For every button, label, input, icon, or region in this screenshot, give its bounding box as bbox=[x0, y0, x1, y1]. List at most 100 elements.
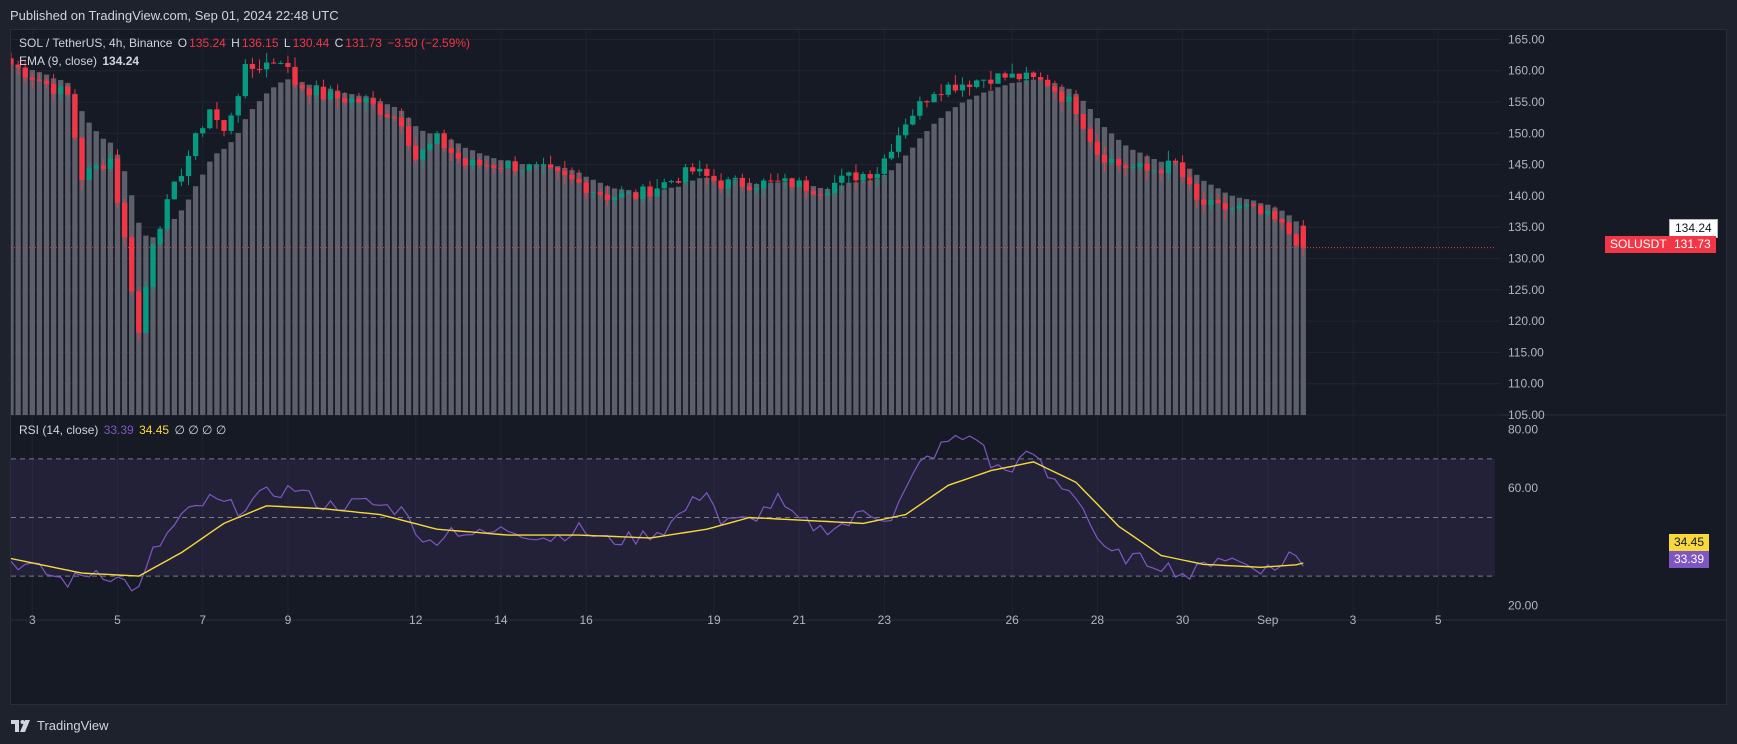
candle-body bbox=[888, 151, 895, 159]
candle-body bbox=[647, 186, 653, 197]
ema-bar bbox=[640, 190, 646, 415]
ema-bar bbox=[1123, 145, 1129, 415]
chart-canvas[interactable]: 165.00 160.00 155.00 150.00 145.00 140.00 135.… bbox=[11, 30, 1726, 704]
tradingview-brand[interactable]: TradingView bbox=[37, 718, 109, 733]
ema-bar bbox=[299, 82, 305, 416]
candle-body bbox=[1222, 203, 1228, 210]
ema-bar bbox=[860, 180, 866, 415]
candle-body bbox=[626, 192, 632, 194]
ema-bar bbox=[704, 177, 710, 415]
candle-body bbox=[782, 178, 788, 182]
time-tick-label: 26 bbox=[1005, 613, 1019, 627]
candle-body bbox=[988, 79, 994, 84]
rsi-label[interactable]: RSI (14, close) bbox=[19, 423, 98, 437]
candle-body bbox=[178, 176, 185, 182]
time-tick-label: 12 bbox=[409, 613, 423, 627]
open-label: O bbox=[177, 36, 188, 50]
ema-bar bbox=[718, 180, 724, 415]
ema-bar bbox=[93, 131, 99, 415]
ema-bar bbox=[455, 143, 461, 415]
ema-bar bbox=[938, 117, 944, 415]
ema-bar bbox=[732, 179, 738, 415]
price-tick-label: 155.00 bbox=[1508, 95, 1545, 109]
ema-bar bbox=[910, 147, 916, 415]
price-tick-label: 115.00 bbox=[1508, 345, 1544, 359]
ema-bar bbox=[562, 167, 568, 415]
ema-bar bbox=[50, 78, 57, 415]
price-tick-label: 105.00 bbox=[1508, 408, 1545, 422]
candle-body bbox=[320, 86, 327, 100]
ema-bar bbox=[498, 160, 504, 415]
candle-body bbox=[476, 159, 483, 166]
candle-body bbox=[1293, 234, 1299, 246]
rsi-price-box: 33.39 bbox=[1669, 551, 1710, 568]
ema-label[interactable]: EMA (9, close) bbox=[19, 54, 97, 68]
time-tick-label: 3 bbox=[29, 613, 36, 627]
candle-body bbox=[171, 181, 177, 200]
time-tick-label: 16 bbox=[579, 613, 593, 627]
candle-body bbox=[484, 165, 490, 167]
ema-bar bbox=[682, 182, 689, 415]
time-tick-label: Sep bbox=[1257, 613, 1279, 627]
ema-bar bbox=[1222, 192, 1228, 415]
ema-bar bbox=[626, 190, 632, 415]
chart-frame[interactable]: 165.00 160.00 155.00 150.00 145.00 140.00 135.… bbox=[10, 29, 1727, 705]
ema-bar bbox=[1215, 188, 1221, 415]
ema-bar bbox=[320, 87, 327, 415]
time-tick-label: 19 bbox=[707, 613, 721, 627]
time-tick-label: 9 bbox=[285, 613, 292, 627]
ema-bar bbox=[583, 176, 589, 415]
close-value: 131.73 bbox=[345, 36, 382, 50]
candle-body bbox=[299, 85, 305, 89]
ema-bar bbox=[846, 182, 852, 415]
ema-bar bbox=[249, 109, 256, 415]
symbol-title[interactable]: SOL / TetherUS, 4h, Binance bbox=[19, 36, 172, 50]
ema-bar bbox=[945, 111, 951, 416]
candle-body bbox=[1272, 211, 1278, 220]
candle-body bbox=[718, 180, 724, 189]
ema-bar bbox=[760, 183, 767, 415]
ema-bar bbox=[746, 182, 753, 415]
candle-body bbox=[1045, 79, 1051, 87]
candle-body bbox=[200, 128, 206, 134]
time-tick-label: 5 bbox=[1435, 613, 1442, 627]
high-label: H bbox=[231, 36, 240, 50]
candle-body bbox=[860, 174, 866, 181]
ema-bar bbox=[100, 138, 106, 415]
candle-body bbox=[228, 115, 234, 131]
candle-body bbox=[966, 84, 973, 88]
rsi-tick-label: 20.00 bbox=[1508, 598, 1538, 612]
candle-body bbox=[789, 178, 795, 188]
ema-bar bbox=[72, 93, 78, 415]
candle-body bbox=[1073, 96, 1079, 114]
ema-bar bbox=[803, 183, 809, 415]
candle-body bbox=[760, 180, 767, 189]
ema-bar bbox=[29, 70, 35, 416]
ema-bar bbox=[959, 102, 966, 416]
candle-body bbox=[618, 193, 625, 198]
ema-bar bbox=[1250, 200, 1257, 415]
time-tick-label: 14 bbox=[494, 613, 508, 627]
price-tick-label: 130.00 bbox=[1508, 251, 1545, 265]
candle-body bbox=[931, 94, 937, 103]
ema-bar bbox=[533, 164, 540, 415]
ema-bar bbox=[327, 88, 334, 416]
ema-bar bbox=[647, 191, 653, 415]
ema-bar bbox=[1201, 180, 1207, 415]
ema-bar bbox=[924, 131, 930, 415]
candle-body bbox=[100, 165, 106, 169]
ema-bar bbox=[22, 67, 28, 415]
ema-bar bbox=[65, 82, 71, 415]
ema-bar bbox=[462, 147, 469, 415]
rsi-extra-values: ∅ ∅ ∅ ∅ bbox=[174, 423, 227, 437]
ema-bar bbox=[753, 183, 760, 415]
candle-body bbox=[817, 194, 824, 196]
candle-body bbox=[540, 164, 547, 166]
candle-body bbox=[256, 68, 263, 70]
candle-body bbox=[498, 167, 504, 169]
ema-bar bbox=[377, 101, 383, 416]
candle-body bbox=[739, 177, 746, 187]
candle-body bbox=[590, 192, 596, 194]
candle-body bbox=[50, 83, 57, 94]
candle-body bbox=[377, 103, 383, 115]
